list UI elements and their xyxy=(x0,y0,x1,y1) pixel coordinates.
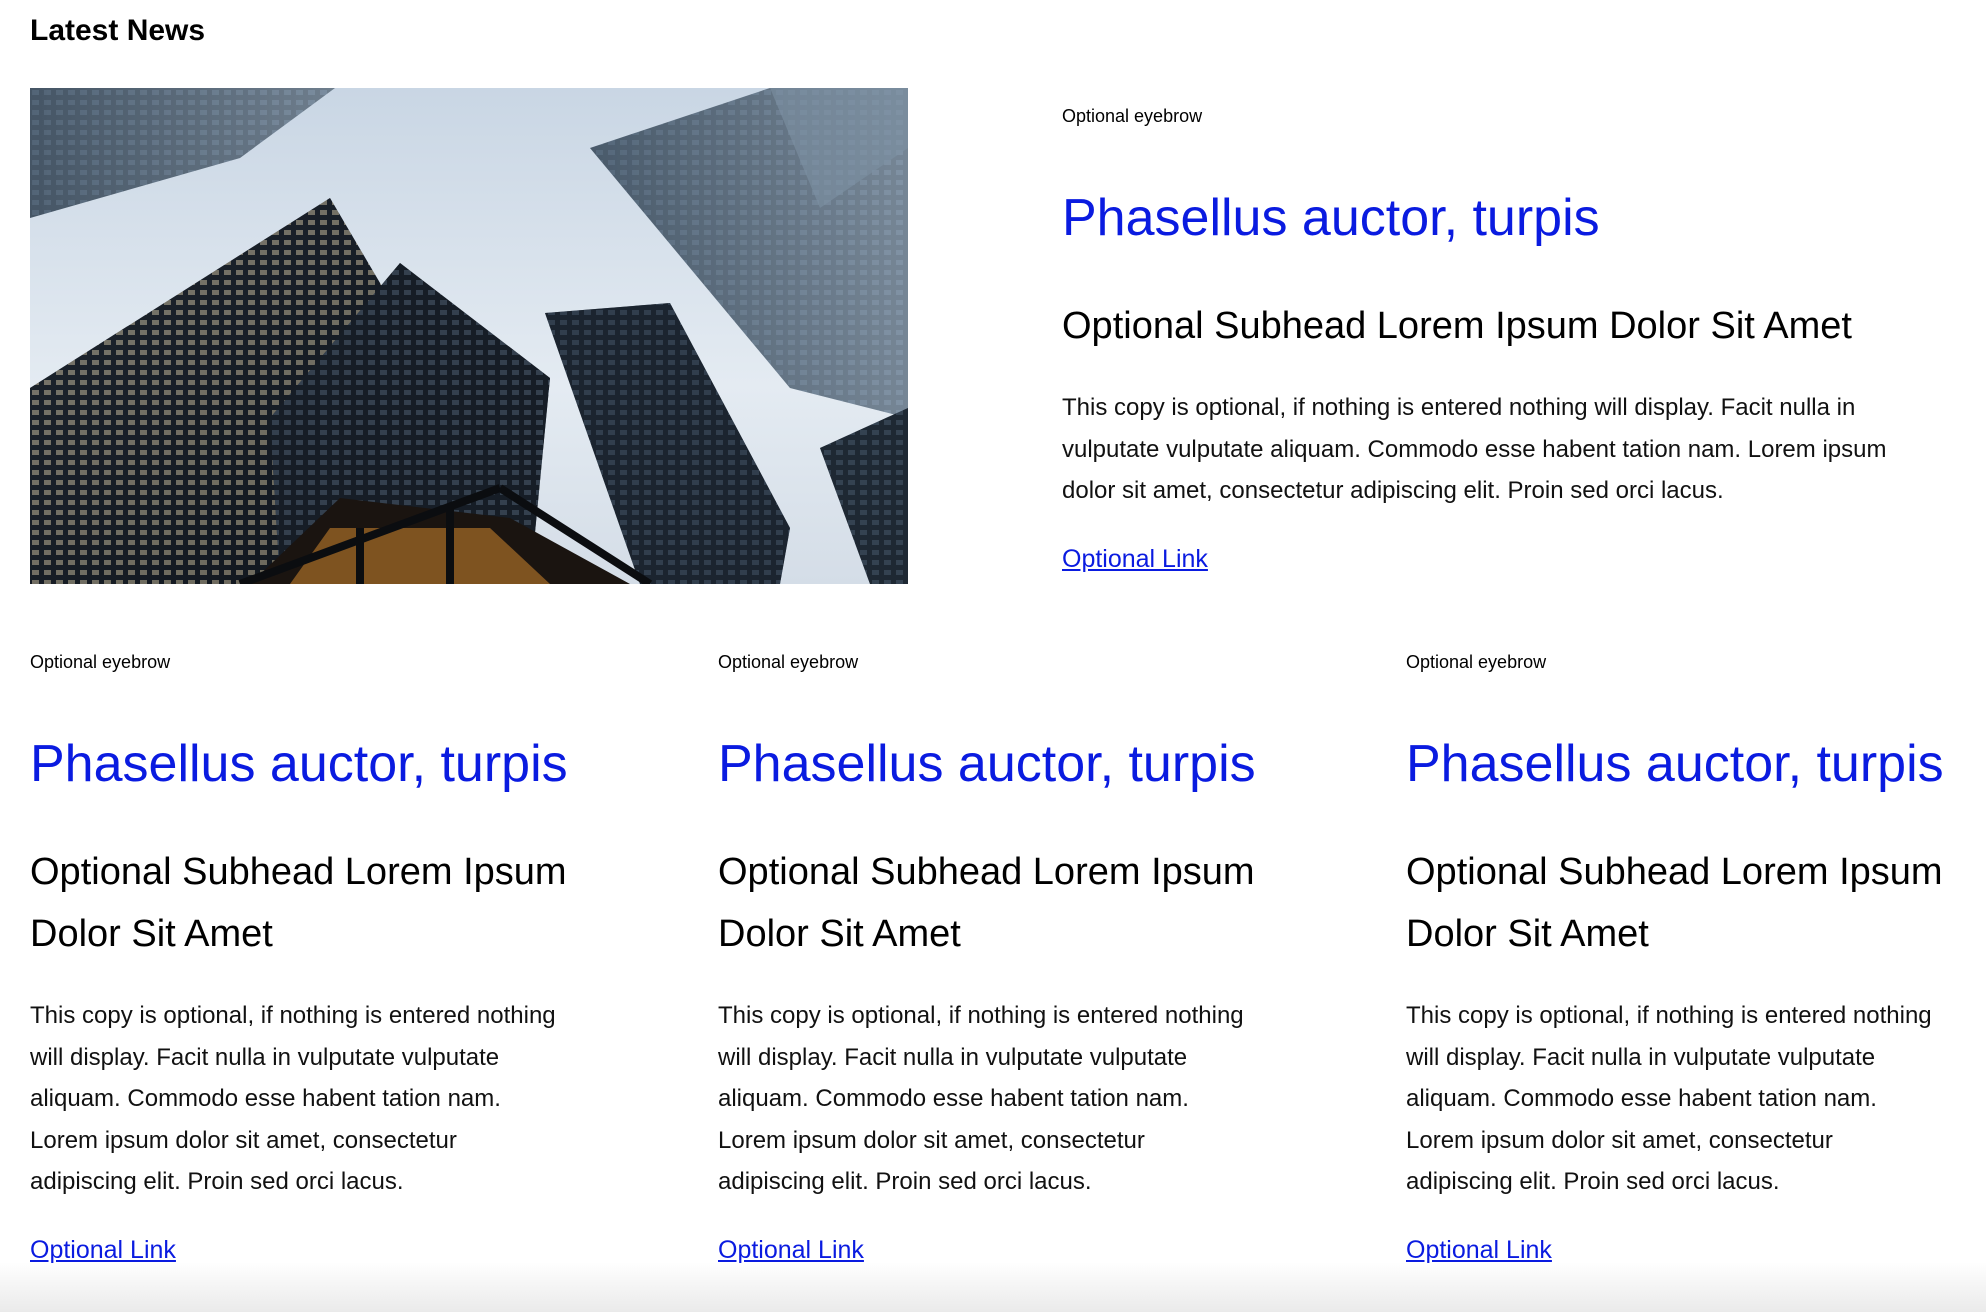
body-copy: This copy is optional, if nothing is ent… xyxy=(718,1002,1244,1195)
subhead: Optional Subhead Lorem Ipsum Dolor Sit A… xyxy=(1406,851,1943,955)
news-card: Optional eyebrow Phasellus auctor, turpi… xyxy=(1406,650,1966,1267)
eyebrow: Optional eyebrow xyxy=(1062,106,1203,126)
city-skyscrapers-photo xyxy=(30,88,908,584)
body-copy: This copy is optional, if nothing is ent… xyxy=(30,1002,556,1195)
news-card: Optional eyebrow Phasellus auctor, turpi… xyxy=(30,650,590,1267)
body-copy: This copy is optional, if nothing is ent… xyxy=(1062,394,1887,504)
featured-article: Optional eyebrow Phasellus auctor, turpi… xyxy=(1062,104,1962,576)
body-copy: This copy is optional, if nothing is ent… xyxy=(1406,1002,1932,1195)
optional-link[interactable]: Optional Link xyxy=(1406,1233,1552,1267)
featured-image xyxy=(30,88,908,584)
eyebrow: Optional eyebrow xyxy=(30,652,171,672)
headline-link[interactable]: Phasellus auctor, turpis xyxy=(30,732,590,796)
subhead: Optional Subhead Lorem Ipsum Dolor Sit A… xyxy=(1062,305,1852,347)
bottom-fade xyxy=(0,1262,1986,1312)
optional-link[interactable]: Optional Link xyxy=(30,1233,176,1267)
eyebrow: Optional eyebrow xyxy=(718,652,859,672)
optional-link[interactable]: Optional Link xyxy=(718,1233,864,1267)
news-card: Optional eyebrow Phasellus auctor, turpi… xyxy=(718,650,1278,1267)
headline-link[interactable]: Phasellus auctor, turpis xyxy=(1062,186,1962,250)
eyebrow: Optional eyebrow xyxy=(1406,652,1547,672)
headline-link[interactable]: Phasellus auctor, turpis xyxy=(1406,732,1966,796)
headline-link[interactable]: Phasellus auctor, turpis xyxy=(718,732,1278,796)
section-title: Latest News xyxy=(30,14,206,47)
subhead: Optional Subhead Lorem Ipsum Dolor Sit A… xyxy=(30,851,567,955)
subhead: Optional Subhead Lorem Ipsum Dolor Sit A… xyxy=(718,851,1255,955)
optional-link[interactable]: Optional Link xyxy=(1062,542,1208,576)
